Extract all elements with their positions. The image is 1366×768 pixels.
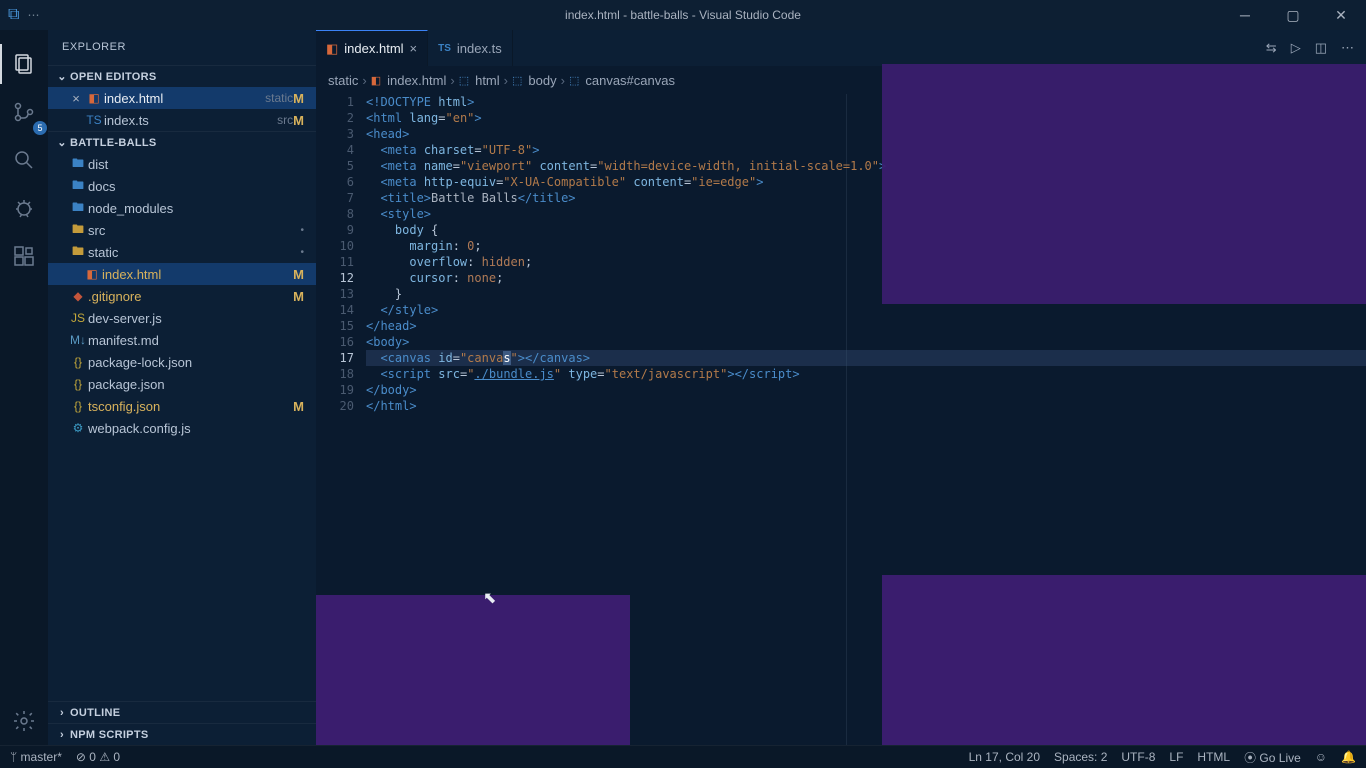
title-bar: ⧉ ⋯ index.html - battle-balls - Visual S… [0,0,1366,30]
element-icon: ⬚ [459,74,469,87]
go-live-item[interactable]: ⦿ Go Live [1244,749,1301,766]
ts-file-icon: TS [438,43,451,54]
overlay-panel [316,595,630,745]
vscode-logo-icon: ⧉ [8,6,19,24]
overlay-panel [882,64,1366,304]
activity-bar: 5 [0,30,48,745]
file-item[interactable]: M↓manifest.md [48,329,316,351]
file-item[interactable]: {}package-lock.json [48,351,316,373]
split-editor-icon[interactable]: ◫ [1315,40,1327,56]
problems-item[interactable]: ⊘ 0 ⚠ 0 [76,750,120,764]
folder-item[interactable]: 🖿static• [48,241,316,263]
section-project[interactable]: ⌄ BATTLE-BALLS [48,131,316,153]
file-item[interactable]: JSdev-server.js [48,307,316,329]
scm-count-badge: 5 [33,121,47,135]
chevron-down-icon: ⌄ [54,136,70,149]
section-open-editors[interactable]: ⌄ OPEN EDITORS [48,65,316,87]
chevron-down-icon: ⌄ [54,70,70,83]
gitignore-file-icon: ◆ [68,289,88,303]
feedback-icon[interactable]: ☺ [1315,750,1327,764]
chevron-right-icon: › [54,707,70,719]
error-icon: ⊘ [76,750,89,764]
compare-changes-icon[interactable]: ⇆ [1266,40,1277,56]
json-file-icon: {} [68,399,88,413]
activity-debug-icon[interactable] [0,184,48,232]
folder-icon: 🖿 [68,154,88,175]
ts-file-icon: TS [84,113,104,127]
eol-item[interactable]: LF [1169,750,1183,764]
file-item-active[interactable]: ◧index.htmlM [48,263,316,285]
activity-extensions-icon[interactable] [0,232,48,280]
config-file-icon: ⚙ [68,421,88,435]
broadcast-icon: ⦿ [1244,751,1259,765]
activity-settings-icon[interactable] [0,697,48,745]
git-branch-item[interactable]: ᛘ master* [10,750,62,764]
sidebar-title: EXPLORER [48,30,316,65]
window-title: index.html - battle-balls - Visual Studi… [565,8,801,22]
branch-icon: ᛘ [10,750,21,764]
activity-search-icon[interactable] [0,136,48,184]
file-item[interactable]: ◆.gitignoreM [48,285,316,307]
element-icon: ⬚ [569,74,579,87]
indentation-item[interactable]: Spaces: 2 [1054,750,1107,764]
section-outline[interactable]: ›OUTLINE [48,701,316,723]
section-npm-scripts[interactable]: ›NPM SCRIPTS [48,723,316,745]
md-file-icon: M↓ [68,333,88,347]
open-editor-item[interactable]: TS index.ts src M [48,109,316,131]
notifications-icon[interactable]: 🔔 [1341,750,1356,764]
language-mode-item[interactable]: HTML [1197,750,1230,764]
element-icon: ⬚ [512,74,522,87]
file-item[interactable]: {}tsconfig.jsonM [48,395,316,417]
more-icon[interactable]: ⋯ [1341,40,1354,56]
close-icon[interactable]: × [410,41,418,56]
html-file-icon: ◧ [326,41,338,57]
json-file-icon: {} [68,377,88,391]
folder-item[interactable]: 🖿node_modules [48,197,316,219]
cursor-position-item[interactable]: Ln 17, Col 20 [969,750,1040,764]
folder-item[interactable]: 🖿docs [48,175,316,197]
file-item[interactable]: ⚙webpack.config.js [48,417,316,439]
close-icon[interactable]: × [68,91,84,106]
overlay-panel [882,575,1366,745]
chevron-right-icon: › [54,729,70,741]
menu-file[interactable]: ⋯ [27,8,39,22]
run-icon[interactable]: ▷ [1291,40,1301,56]
editor-tabs: ◧ index.html × TS index.ts ⇆ ▷ ◫ ⋯ [316,30,1366,66]
html-file-icon: ◧ [82,267,102,281]
activity-scm-icon[interactable]: 5 [0,88,48,136]
json-file-icon: {} [68,355,88,369]
status-bar: ᛘ master* ⊘ 0 ⚠ 0 Ln 17, Col 20 Spaces: … [0,745,1366,768]
tab-index-html[interactable]: ◧ index.html × [316,30,428,66]
encoding-item[interactable]: UTF-8 [1121,750,1155,764]
explorer-sidebar: EXPLORER ⌄ OPEN EDITORS × ◧ index.html s… [48,30,316,745]
html-file-icon: ◧ [371,74,381,87]
activity-explorer-icon[interactable] [0,40,48,88]
warning-icon: ⚠ [99,750,113,764]
file-item[interactable]: {}package.json [48,373,316,395]
close-button[interactable]: ✕ [1326,7,1356,24]
folder-icon: 🖿 [68,242,88,263]
folder-item[interactable]: 🖿dist [48,153,316,175]
html-file-icon: ◧ [84,91,104,105]
tab-index-ts[interactable]: TS index.ts [428,30,513,66]
maximize-button[interactable]: ▢ [1278,7,1308,24]
folder-item[interactable]: 🖿src• [48,219,316,241]
folder-icon: 🖿 [68,220,88,241]
folder-icon: 🖿 [68,176,88,197]
minimize-button[interactable]: ─ [1230,7,1260,23]
js-file-icon: JS [68,311,88,325]
mouse-cursor: ⬉ [483,588,496,608]
folder-icon: 🖿 [68,198,88,219]
open-editor-item[interactable]: × ◧ index.html static M [48,87,316,109]
